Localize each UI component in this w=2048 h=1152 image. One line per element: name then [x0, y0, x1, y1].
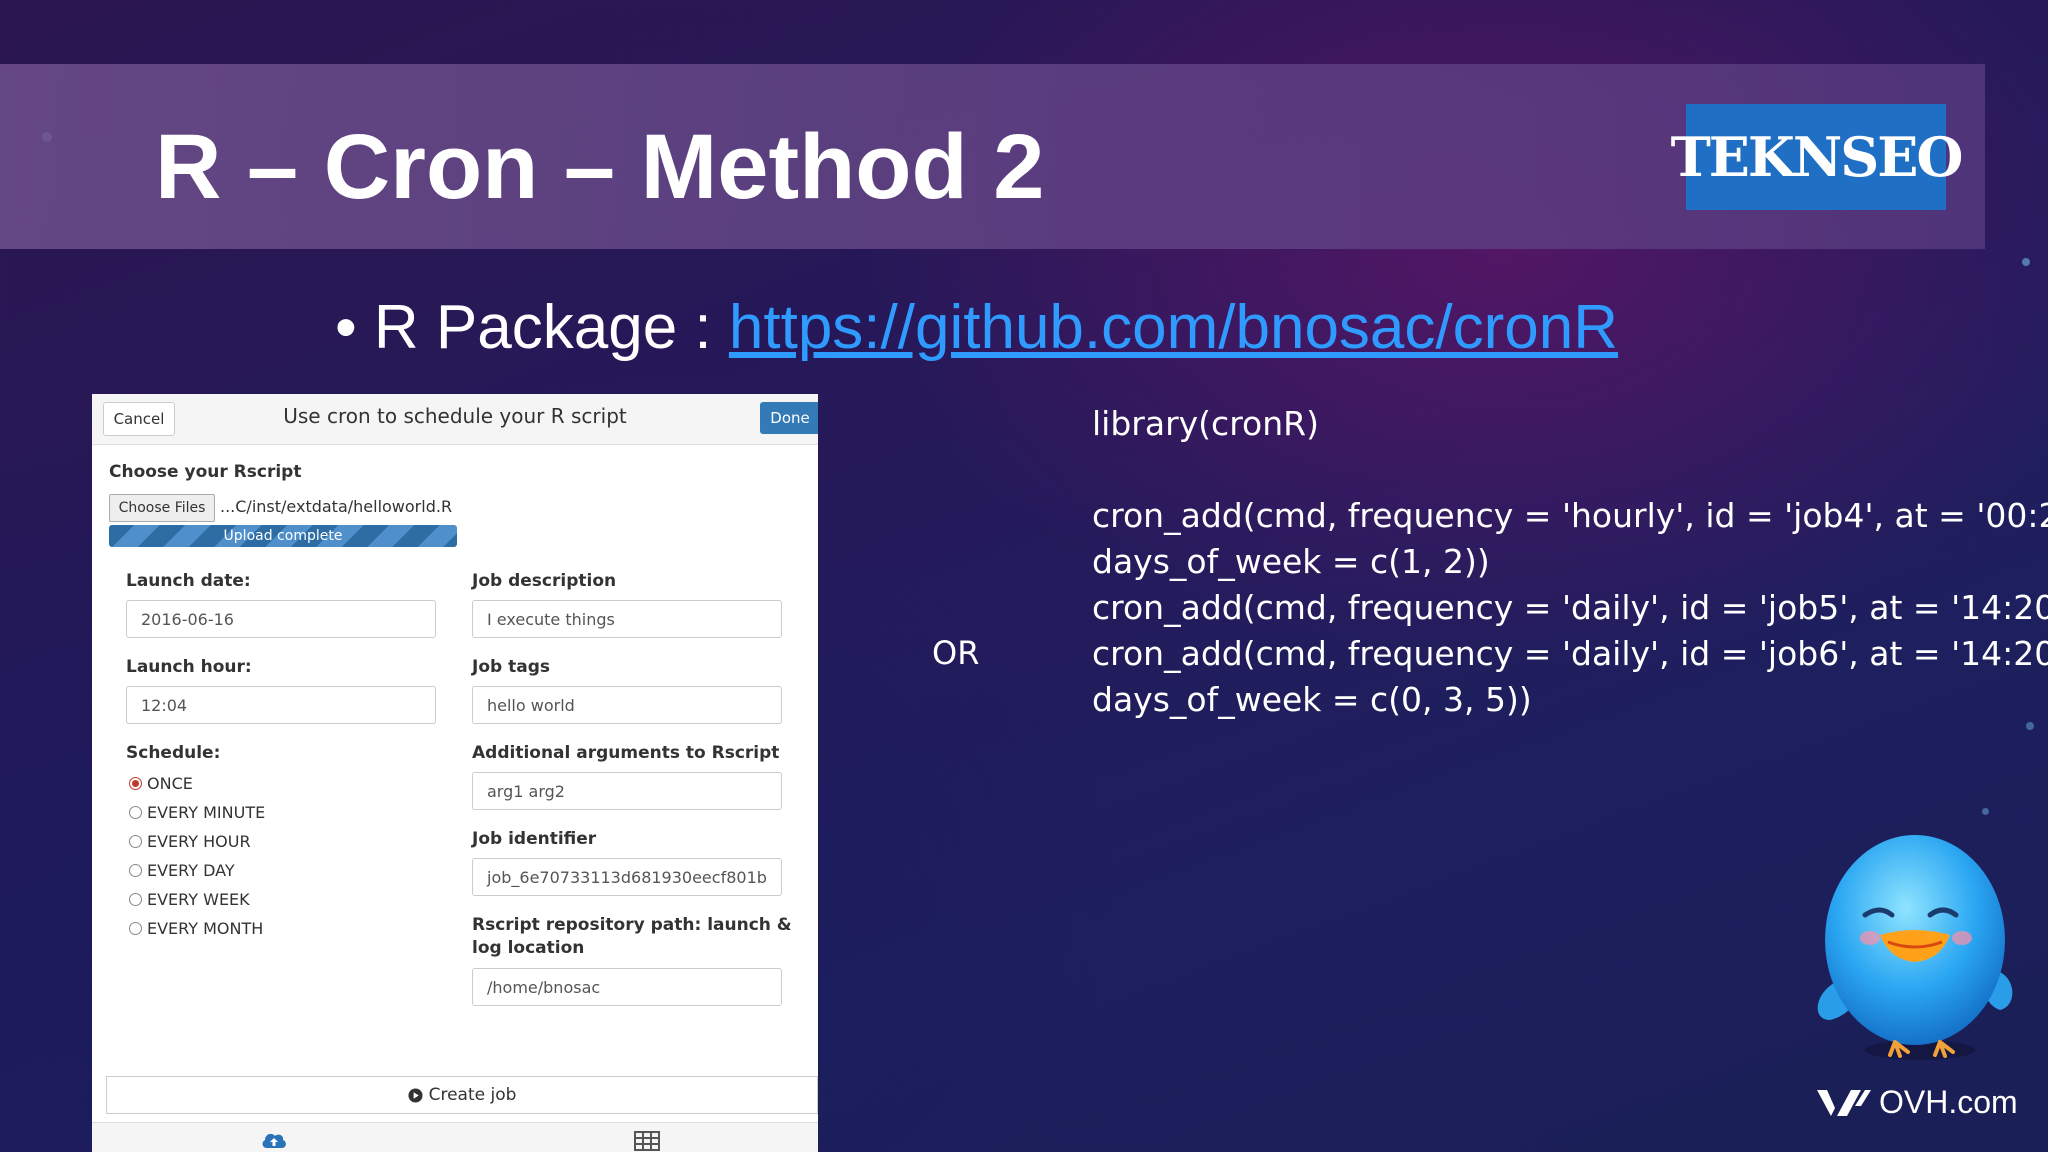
launch-hour-input[interactable]: 12:04	[126, 686, 436, 724]
cloud-upload-icon[interactable]	[260, 1129, 288, 1149]
teknseo-logo: TEKNSEO	[1671, 104, 1963, 210]
code-line: cron_add(cmd, frequency = 'daily', id = …	[1092, 634, 2048, 673]
ovh-logo-icon	[1817, 1089, 1871, 1116]
schedule-option-every-hour[interactable]: EVERY HOUR	[129, 832, 251, 851]
radio-icon[interactable]	[129, 864, 142, 877]
table-icon[interactable]	[634, 1131, 660, 1151]
job-tags-label: Job tags	[472, 657, 550, 677]
dialog-header: Use cron to schedule your R script Cance…	[92, 394, 818, 445]
radio-selected-icon[interactable]	[129, 777, 142, 790]
schedule-option-label: EVERY DAY	[147, 861, 235, 880]
launch-date-input[interactable]: 2016-06-16	[126, 600, 436, 638]
or-label: OR	[932, 634, 980, 672]
github-link[interactable]: https://github.com/bnosac/cronR	[729, 293, 1618, 362]
launch-date-label: Launch date:	[126, 571, 251, 591]
additional-args-label: Additional arguments to Rscript	[472, 743, 780, 763]
done-button[interactable]: Done	[760, 402, 818, 434]
radio-icon[interactable]	[129, 806, 142, 819]
package-bullet: • R Package : https://github.com/bnosac/…	[335, 292, 1618, 363]
radio-icon[interactable]	[129, 922, 142, 935]
file-path: ...C/inst/extdata/helloworld.R	[220, 497, 453, 516]
create-job-button[interactable]: Create job	[106, 1076, 818, 1114]
upload-status: Upload complete	[223, 528, 343, 544]
choose-files-button[interactable]: Choose Files	[109, 494, 215, 522]
upload-progress-bar: Upload complete	[109, 525, 457, 547]
bird-mascot-icon	[1817, 835, 2013, 1060]
ovh-brand: OVH.com	[1815, 1084, 2018, 1121]
schedule-option-label: EVERY HOUR	[147, 832, 251, 851]
job-description-input[interactable]: I execute things	[472, 600, 782, 638]
bullet-prefix: • R Package :	[335, 293, 729, 362]
play-circle-icon	[408, 1087, 423, 1103]
schedule-option-every-week[interactable]: EVERY WEEK	[129, 890, 250, 909]
code-line: cron_add(cmd, frequency = 'daily', id = …	[1092, 588, 2048, 627]
schedule-option-every-month[interactable]: EVERY MONTH	[129, 919, 263, 938]
code-line: library(cronR)	[1092, 404, 1319, 443]
schedule-option-label: EVERY MINUTE	[147, 803, 266, 822]
job-description-label: Job description	[472, 571, 617, 591]
code-line: days_of_week = c(0, 3, 5))	[1092, 680, 1532, 719]
radio-icon[interactable]	[129, 835, 142, 848]
dialog-title: Use cron to schedule your R script	[283, 404, 627, 428]
schedule-option-once[interactable]: ONCE	[129, 774, 193, 793]
repo-path-label: Rscript repository path: launch &	[472, 915, 792, 935]
background-dot	[2022, 258, 2030, 266]
logo-text: TEKNSEO	[1670, 125, 1964, 189]
code-line: cron_add(cmd, frequency = 'hourly', id =…	[1092, 496, 2048, 535]
background-dot	[2026, 722, 2034, 730]
schedule-option-every-minute[interactable]: EVERY MINUTE	[129, 803, 265, 822]
repo-path-input[interactable]: /home/bnosac	[472, 968, 782, 1006]
job-tags-input[interactable]: hello world	[472, 686, 782, 724]
ovh-text: OVH.com	[1879, 1084, 2018, 1120]
schedule-label: Schedule:	[126, 743, 221, 763]
additional-args-input[interactable]: arg1 arg2	[472, 772, 782, 810]
schedule-option-every-day[interactable]: EVERY DAY	[129, 861, 235, 880]
radio-icon[interactable]	[129, 893, 142, 906]
schedule-option-label: ONCE	[147, 774, 193, 793]
launch-hour-label: Launch hour:	[126, 657, 252, 677]
dialog-bottom-bar	[92, 1122, 818, 1152]
schedule-option-label: EVERY WEEK	[147, 890, 250, 909]
create-job-label: Create job	[428, 1085, 517, 1105]
repo-path-label-line2: log location	[472, 938, 585, 958]
schedule-option-label: EVERY MONTH	[147, 919, 264, 938]
cron-dialog-screenshot: Use cron to schedule your R script Cance…	[92, 394, 818, 1152]
job-identifier-label: Job identifier	[472, 829, 597, 849]
code-line: days_of_week = c(1, 2))	[1092, 542, 1490, 581]
background-dot	[1982, 808, 1989, 815]
slide-title: R – Cron – Method 2	[155, 116, 1045, 218]
choose-rscript-label: Choose your Rscript	[109, 462, 302, 482]
cancel-button[interactable]: Cancel	[103, 402, 175, 436]
job-identifier-input[interactable]: job_6e70733113d681930eecf801b	[472, 858, 782, 896]
